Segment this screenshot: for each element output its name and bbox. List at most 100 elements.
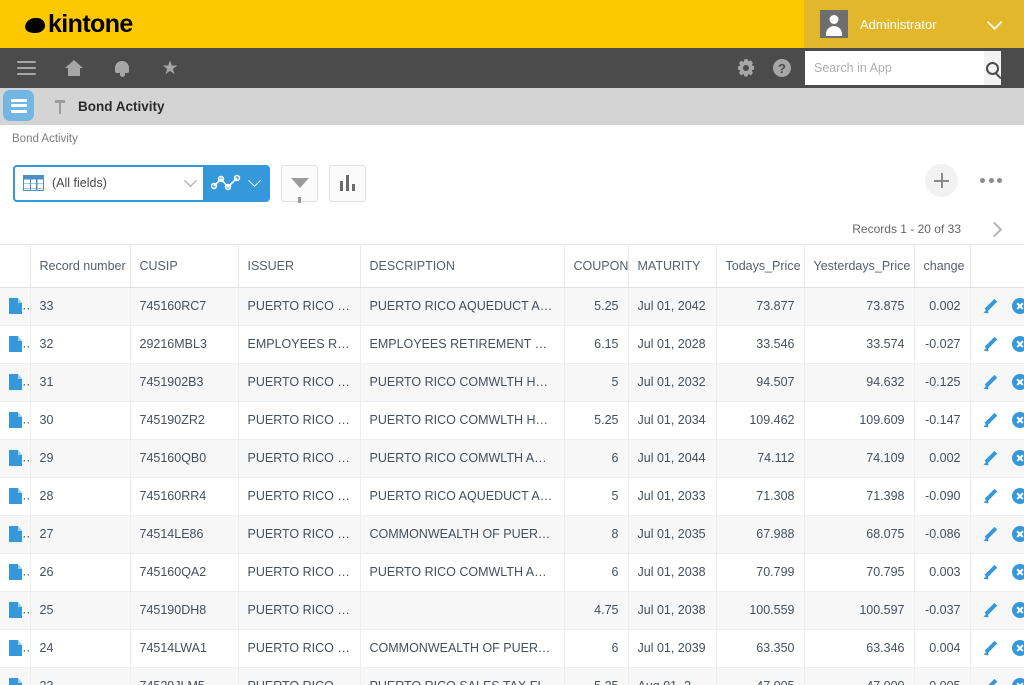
cell-todays-price: 67.988 — [716, 515, 804, 553]
avatar — [820, 10, 848, 38]
delete-icon[interactable] — [1012, 564, 1024, 580]
delete-icon[interactable] — [1012, 412, 1024, 428]
delete-icon[interactable] — [1012, 526, 1024, 542]
column-header-cusip[interactable]: CUSIP — [130, 245, 238, 287]
table-row[interactable]: 317451902B3PUERTO RICO CO...PUERTO RICO … — [0, 363, 1024, 401]
favorites-button[interactable]: ★ — [153, 51, 187, 85]
cell-coupon: 5.25 — [564, 667, 628, 685]
edit-icon[interactable] — [983, 375, 998, 390]
cell-maturity: Jul 01, 2044 — [628, 439, 716, 477]
column-header-change[interactable]: change — [914, 245, 970, 287]
record-open-cell[interactable] — [0, 515, 30, 553]
table-row[interactable]: 33745160RC7PUERTO RICO CO...PUERTO RICO … — [0, 287, 1024, 325]
column-header-maturity[interactable]: MATURITY — [628, 245, 716, 287]
cell-record-number: 29 — [30, 439, 130, 477]
nav-right-area: ? — [725, 48, 1024, 88]
record-open-cell[interactable] — [0, 553, 30, 591]
delete-icon[interactable] — [1012, 336, 1024, 352]
edit-icon[interactable] — [983, 337, 998, 352]
delete-icon[interactable] — [1012, 602, 1024, 618]
table-view-icon — [23, 175, 44, 191]
row-actions — [980, 374, 1024, 390]
column-header-todays-price[interactable]: Todays_Price — [716, 245, 804, 287]
column-header-record-number[interactable]: Record number — [30, 245, 130, 287]
cell-yesterdays-price: 109.609 — [804, 401, 914, 439]
breadcrumb-item-app[interactable]: Bond Activity — [12, 133, 78, 145]
edit-icon[interactable] — [983, 641, 998, 656]
delete-icon[interactable] — [1012, 374, 1024, 390]
edit-icon[interactable] — [983, 603, 998, 618]
table-row[interactable]: 29745160QB0PUERTO RICO CO...PUERTO RICO … — [0, 439, 1024, 477]
more-options-button[interactable] — [976, 170, 1006, 191]
column-header-description[interactable]: DESCRIPTION — [360, 245, 564, 287]
document-icon — [9, 678, 22, 685]
table-row[interactable]: 28745160RR4PUERTO RICO CO...PUERTO RICO … — [0, 477, 1024, 515]
edit-icon[interactable] — [983, 451, 998, 466]
record-open-cell[interactable] — [0, 629, 30, 667]
table-row[interactable]: 26745160QA2PUERTO RICO CO...PUERTO RICO … — [0, 553, 1024, 591]
search-input[interactable] — [805, 52, 984, 84]
bar-chart-icon — [340, 175, 356, 191]
delete-icon[interactable] — [1012, 298, 1024, 314]
user-menu[interactable]: Administrator — [804, 0, 1024, 48]
delete-icon[interactable] — [1012, 488, 1024, 504]
record-open-cell[interactable] — [0, 439, 30, 477]
kintone-logo[interactable]: kintone — [25, 10, 133, 39]
delete-icon[interactable] — [1012, 450, 1024, 466]
edit-icon[interactable] — [983, 679, 998, 685]
record-open-cell[interactable] — [0, 667, 30, 685]
cell-change: -0.090 — [914, 477, 970, 515]
view-dropdown[interactable]: (All fields) — [15, 167, 203, 200]
table-row[interactable]: 25745190DH8PUERTO RICO CO...4.75Jul 01, … — [0, 591, 1024, 629]
search-button[interactable] — [984, 51, 1001, 85]
table-row[interactable]: 3229216MBL3EMPLOYEES RETIR...EMPLOYEES R… — [0, 325, 1024, 363]
record-open-cell[interactable] — [0, 325, 30, 363]
chart-button[interactable] — [329, 165, 366, 202]
filter-button[interactable] — [281, 165, 318, 202]
cell-actions — [970, 515, 1024, 553]
cell-description — [360, 591, 564, 629]
column-header-yesterdays-price[interactable]: Yesterdays_Price — [804, 245, 914, 287]
edit-icon[interactable] — [983, 527, 998, 542]
document-icon — [9, 412, 22, 428]
app-title-bar: Bond Activity — [0, 88, 1024, 125]
table-row[interactable]: 30745190ZR2PUERTO RICO CO...PUERTO RICO … — [0, 401, 1024, 439]
edit-icon[interactable] — [983, 565, 998, 580]
table-row[interactable]: 2774514LE86PUERTO RICO CO...COMMONWEALTH… — [0, 515, 1024, 553]
cell-record-number: 31 — [30, 363, 130, 401]
edit-icon[interactable] — [983, 299, 998, 314]
edit-icon[interactable] — [983, 413, 998, 428]
cell-change: 0.004 — [914, 629, 970, 667]
delete-icon[interactable] — [1012, 678, 1024, 685]
document-icon — [9, 298, 22, 314]
edit-icon[interactable] — [983, 489, 998, 504]
table-row[interactable]: 2474514LWA1PUERTO RICO CO...COMMONWEALTH… — [0, 629, 1024, 667]
record-open-cell[interactable] — [0, 591, 30, 629]
table-row[interactable]: 2374529JLM5PUERTO RICO SAL...PUERTO RICO… — [0, 667, 1024, 685]
home-button[interactable] — [57, 51, 91, 85]
app-list-icon[interactable] — [3, 90, 34, 121]
graph-view-button[interactable] — [203, 167, 268, 200]
help-icon[interactable]: ? — [773, 59, 791, 77]
record-open-cell[interactable] — [0, 477, 30, 515]
table-body: 33745160RC7PUERTO RICO CO...PUERTO RICO … — [0, 287, 1024, 685]
record-open-cell[interactable] — [0, 401, 30, 439]
funnel-icon — [291, 178, 309, 188]
menu-button[interactable] — [9, 51, 43, 85]
record-open-cell[interactable] — [0, 287, 30, 325]
toolbar: (All fields) — [0, 152, 1024, 214]
column-header-actions — [970, 245, 1024, 287]
notifications-button[interactable] — [105, 51, 139, 85]
add-record-button[interactable] — [925, 164, 958, 197]
column-header-issuer[interactable]: ISSUER — [238, 245, 360, 287]
next-page-button[interactable] — [987, 221, 1003, 237]
gear-icon[interactable] — [737, 59, 755, 77]
pin-icon[interactable] — [54, 99, 66, 115]
delete-icon[interactable] — [1012, 640, 1024, 656]
record-open-cell[interactable] — [0, 363, 30, 401]
cell-cusip: 745160QA2 — [130, 553, 238, 591]
column-header-coupon[interactable]: COUPON — [564, 245, 628, 287]
cell-actions — [970, 287, 1024, 325]
column-header-icon — [0, 245, 30, 287]
nav-left-icons: ★ — [9, 51, 187, 85]
